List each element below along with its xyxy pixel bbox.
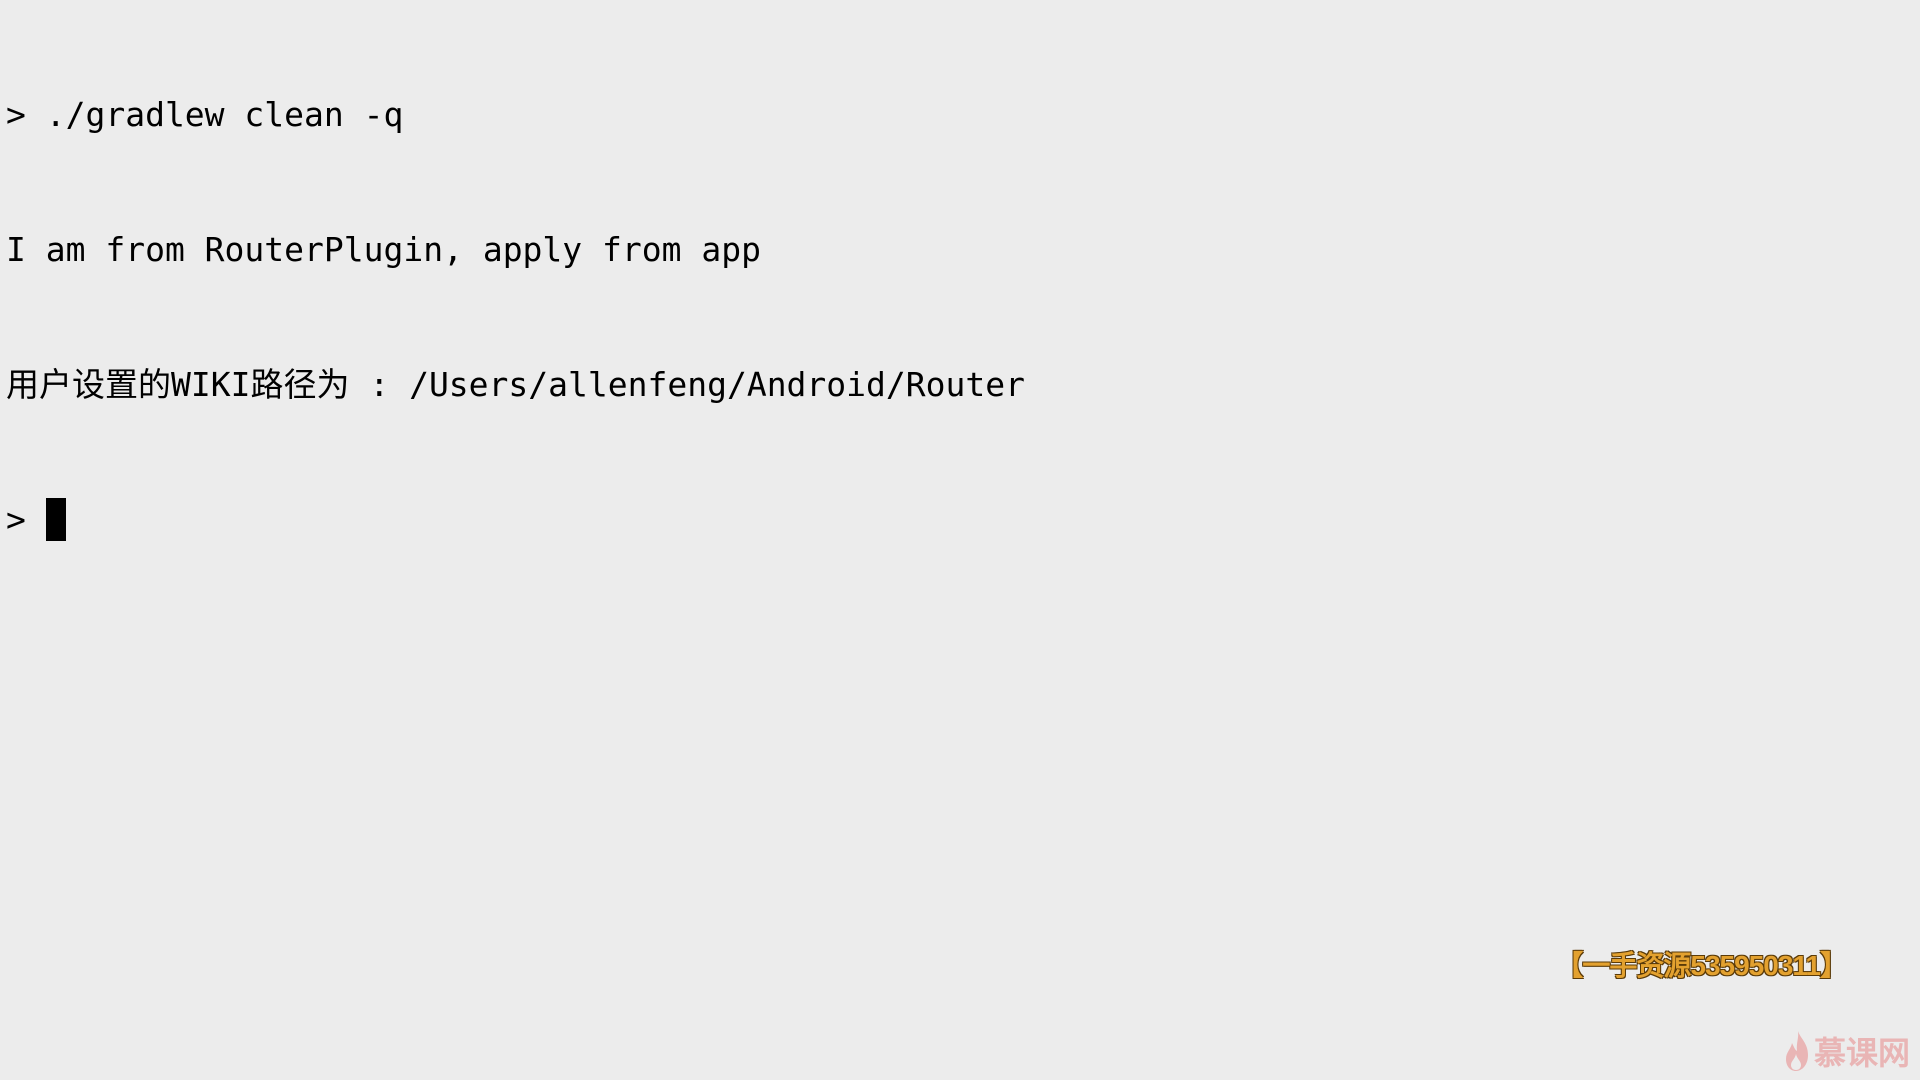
command-text: ./gradlew clean -q [45,95,404,134]
terminal-line-output: I am from RouterPlugin, apply from app [6,227,1920,272]
terminal-line-command: > ./gradlew clean -q [6,92,1920,137]
output-text: 用户设置的WIKI路径为 : /Users/allenfeng/Android/… [6,365,1025,404]
text-cursor [45,498,66,541]
prompt-symbol: > [6,500,26,539]
terminal-window[interactable]: > ./gradlew clean -q I am from RouterPlug… [0,0,1920,1080]
watermark-text: 【一手资源535950311】 [1555,950,1848,981]
flame-icon [1785,1031,1808,1071]
logo-text: 慕课网 [1813,1035,1910,1071]
terminal-line-output: 用户设置的WIKI路径为 : /Users/allenfeng/Android/… [6,362,1920,407]
prompt-symbol: > [6,95,26,134]
terminal-line-prompt[interactable]: > [6,497,1920,542]
logo: 慕课网 [1784,1030,1910,1072]
output-text: I am from RouterPlugin, apply from app [6,230,761,269]
